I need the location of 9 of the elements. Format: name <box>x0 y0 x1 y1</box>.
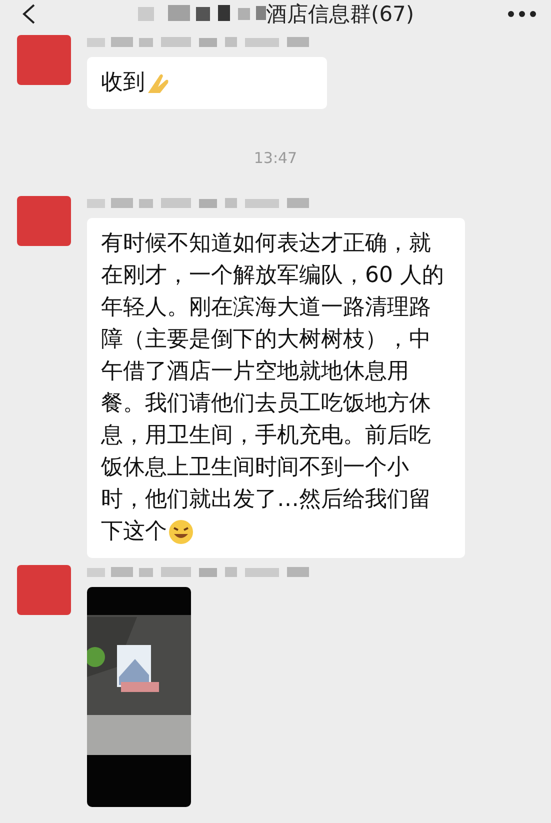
avatar[interactable] <box>17 35 71 85</box>
avatar[interactable] <box>17 565 71 615</box>
message-bubble: 收到 <box>87 57 327 109</box>
laughing-face-icon <box>168 518 194 545</box>
message-bubble: 有时候不知道如何表达才正确，就在刚才，一个解放军编队，60 人的年轻人。刚在滨海大道一路清理路障（主要是倒下的大树树枝），中午借了酒店一片空地就地休息用餐。我们请他们去员工吃饭地方休息，用卫生间，手机充电。前后吃饭休息上卫生间时间不到一个小时，他们就出发了…然后给我们留下这个 <box>87 218 465 558</box>
avatar[interactable] <box>17 196 71 246</box>
chat-title: 酒店信息群(67) <box>266 1 414 27</box>
timestamp: 13:47 <box>252 149 298 167</box>
more-icon[interactable] <box>507 10 537 18</box>
